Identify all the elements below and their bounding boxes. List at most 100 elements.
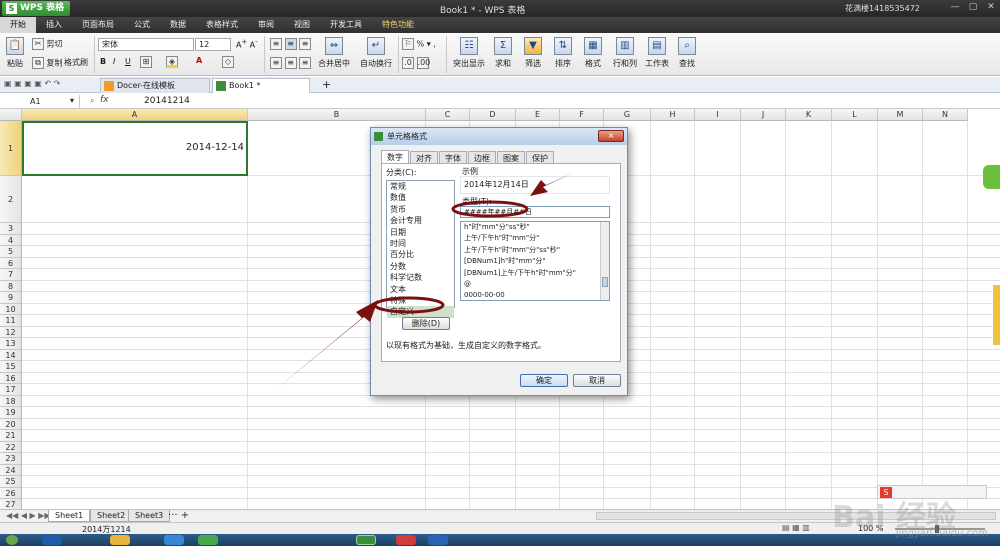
category-item[interactable]: 科学记数 [387,272,454,283]
row-header-3[interactable]: 3 [0,223,22,235]
row-header-12[interactable]: 12 [0,326,22,338]
tab-book1[interactable]: Book1 * [212,78,310,93]
format-painter-button[interactable]: 格式刷 [64,57,88,68]
maximize-icon[interactable]: ▢ [968,2,978,12]
row-header-17[interactable]: 17 [0,384,22,396]
category-item[interactable]: 常规 [387,181,454,192]
row-header-6[interactable]: 6 [0,257,22,269]
category-item[interactable]: 特殊 [387,295,454,306]
font-size-select[interactable]: 12 [195,38,231,51]
row-header-27[interactable]: 27 [0,499,22,509]
view-mode-icons[interactable]: ▤ ▦ ▥ [782,523,810,532]
format-code-item[interactable]: [DBNum1]上午/下午h"时"mm"分" [461,268,600,279]
menu-page-layout[interactable]: 页面布局 [72,17,124,33]
row-header-14[interactable]: 14 [0,349,22,361]
tab-number[interactable]: 数字 [381,150,409,164]
start-icon[interactable] [6,535,18,545]
category-item[interactable]: 分数 [387,261,454,272]
ok-button[interactable]: 确定 [520,374,568,387]
taskbar-app-icon[interactable] [110,535,130,545]
row-header-4[interactable]: 4 [0,234,22,246]
filter-button[interactable]: ▼ 筛选 [518,35,548,69]
tab-docer-templates[interactable]: Docer-在线模板 [100,78,210,93]
row-header-7[interactable]: 7 [0,269,22,281]
italic-button[interactable]: I [113,57,115,66]
close-icon[interactable]: ✕ [986,2,996,12]
taskbar-app-icon[interactable] [198,535,218,545]
quick-access-icons[interactable]: ▣ ▣ ▣ ▣ ↶ ↷ [4,79,60,88]
side-panel-tab[interactable] [993,285,1000,345]
column-header-d[interactable]: D [470,109,516,121]
column-header-h[interactable]: H [651,109,695,121]
dialog-close-button[interactable]: × [598,130,624,142]
row-header-13[interactable]: 13 [0,338,22,350]
format-code-item[interactable]: @ [461,279,600,290]
copy-button[interactable]: ⧉ 复制 [32,57,63,69]
cell-a1[interactable]: 2014-12-14 [22,121,248,176]
paste-button[interactable]: 📋 粘贴 [2,35,28,69]
format-code-item[interactable]: 上午/下午h"时"mm"分"ss"秒" [461,245,600,256]
side-mascot-icon[interactable] [983,165,1000,189]
sheet-tab-sheet1[interactable]: Sheet1 [48,510,91,522]
row-header-9[interactable]: 9 [0,292,22,304]
format-code-item[interactable]: 上午/下午h"时"mm"分" [461,233,600,244]
formula-input[interactable]: 20141214 [144,96,190,106]
menu-view[interactable]: 视图 [284,17,320,33]
clear-format-icon[interactable]: ◇ [222,56,234,68]
merge-center-button[interactable]: ⇔ 合并居中 [314,35,354,69]
select-all-corner[interactable] [0,109,22,121]
border-icon[interactable]: ⊞ [140,56,152,68]
function-wizard-icon[interactable]: ⌕ [90,96,94,106]
scrollbar-thumb[interactable] [602,277,608,287]
menu-formulas[interactable]: 公式 [124,17,160,33]
column-header-b[interactable]: B [248,109,426,121]
menu-developer[interactable]: 开发工具 [320,17,372,33]
column-header-c[interactable]: C [426,109,470,121]
fx-icon[interactable]: fx [100,95,109,105]
cancel-button[interactable]: 取消 [573,374,621,387]
category-item[interactable]: 日期 [387,227,454,238]
taskbar-app-icon[interactable] [428,535,448,545]
column-header-i[interactable]: I [695,109,741,121]
decimal-icons[interactable]: .0 .00 [402,57,430,69]
column-header-f[interactable]: F [560,109,604,121]
format-code-list[interactable]: h"时"mm"分"ss"秒" 上午/下午h"时"mm"分" 上午/下午h"时"m… [460,221,610,301]
column-header-k[interactable]: K [786,109,832,121]
row-col-button[interactable]: ▥ 行和列 [608,35,642,69]
row-header-15[interactable]: 15 [0,361,22,373]
wrap-text-button[interactable]: ↵ 自动换行 [356,35,396,69]
taskbar-app-icon[interactable] [42,535,62,545]
row-header-23[interactable]: 23 [0,453,22,465]
row-header-20[interactable]: 20 [0,418,22,430]
row-header-18[interactable]: 18 [0,395,22,407]
taskbar-app-icon[interactable] [396,535,416,545]
taskbar-app-icon[interactable] [164,535,184,545]
menu-special-features[interactable]: 特色功能 [372,17,424,33]
row-header-11[interactable]: 11 [0,315,22,327]
category-item[interactable]: 时间 [387,238,454,249]
category-item[interactable]: 货币 [387,204,454,215]
menu-table-style[interactable]: 表格样式 [196,17,248,33]
align-top-icon[interactable]: ≡ ≡ ≡ [270,38,312,50]
category-item-custom[interactable]: 自定义 [387,306,454,318]
user-account[interactable]: 花满楼1418535472 [845,3,920,14]
category-item[interactable]: 数值 [387,192,454,203]
row-header-22[interactable]: 22 [0,441,22,453]
type-input[interactable]: ####年##月##日 [460,206,610,218]
underline-button[interactable]: U [125,57,131,66]
column-header-n[interactable]: N [923,109,968,121]
menu-review[interactable]: 审阅 [248,17,284,33]
menu-insert[interactable]: 插入 [36,17,72,33]
namebox-dropdown-icon[interactable]: ▾ [70,96,74,105]
wps-app-menu-button[interactable]: SWPS 表格 ▾ [2,1,70,28]
category-item[interactable]: 百分比 [387,249,454,260]
find-button[interactable]: ⌕ 查找 [672,35,702,69]
format-code-item[interactable]: h"时"mm"分"ss"秒" [461,222,600,233]
sheet-tab-sheet3[interactable]: Sheet3 [128,510,171,522]
font-color-icon[interactable]: A [196,56,202,65]
menu-data[interactable]: 数据 [160,17,196,33]
row-header-24[interactable]: 24 [0,464,22,476]
taskbar-wps-icon[interactable] [356,535,376,545]
format-code-item[interactable]: [DBNum1]h"时"mm"分" [461,256,600,267]
sheet-nav-icons[interactable]: ◀◀ ◀ ▶ ▶▶ [6,511,51,520]
